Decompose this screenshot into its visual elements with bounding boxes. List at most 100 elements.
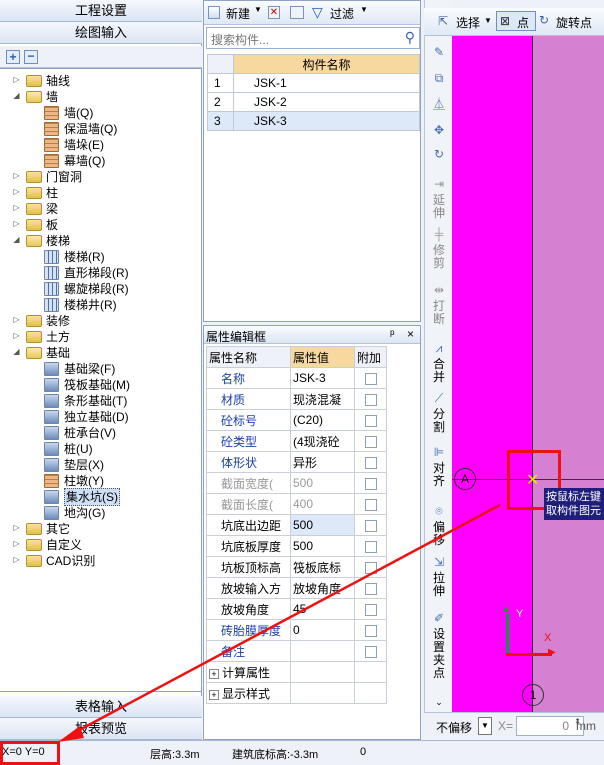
expand-icon[interactable]: ▷ bbox=[12, 76, 21, 85]
collapse-icon[interactable]: ◢ bbox=[12, 348, 21, 357]
close-icon[interactable]: × bbox=[407, 327, 414, 341]
expand-icon[interactable]: ▷ bbox=[12, 172, 21, 181]
chevron-down-icon[interactable]: ▼ bbox=[360, 5, 368, 14]
move-icon[interactable]: ✥ bbox=[425, 124, 453, 137]
drawing-input-button[interactable]: 绘图输入 bbox=[0, 22, 202, 44]
property-value[interactable]: 0 bbox=[290, 619, 355, 641]
new-button[interactable]: 新建 bbox=[226, 5, 250, 22]
extra-checkbox[interactable] bbox=[364, 561, 377, 574]
expand-icon[interactable]: ▷ bbox=[12, 220, 21, 229]
table-row[interactable]: 3 JSK-3 bbox=[207, 111, 420, 131]
point-button[interactable]: ⊠ 点 bbox=[496, 11, 536, 31]
rotate-point-button[interactable]: 旋转点 bbox=[556, 14, 592, 31]
extra-checkbox[interactable] bbox=[364, 372, 377, 385]
property-row[interactable]: 备注 bbox=[206, 640, 387, 662]
report-preview-button[interactable]: 报表预览 bbox=[0, 718, 202, 740]
property-row[interactable]: 砼标号 (C20) bbox=[206, 409, 387, 431]
table-input-button[interactable]: 表格输入 bbox=[0, 696, 202, 718]
extra-checkbox[interactable] bbox=[364, 603, 377, 616]
property-value[interactable]: 异形 bbox=[290, 451, 355, 473]
expand-icon[interactable]: ▷ bbox=[12, 332, 21, 341]
property-row[interactable]: 放坡输入方 放坡角度 bbox=[206, 577, 387, 599]
property-row[interactable]: 名称 JSK-3 bbox=[206, 367, 387, 389]
property-value[interactable]: 45 bbox=[290, 598, 355, 620]
extra-checkbox[interactable] bbox=[364, 519, 377, 532]
stretch-button[interactable]: 拉伸 bbox=[433, 572, 445, 598]
property-value[interactable]: 筏板底标 bbox=[290, 556, 355, 578]
extra-checkbox[interactable] bbox=[364, 393, 377, 406]
extra-checkbox[interactable] bbox=[364, 435, 377, 448]
rotate-icon[interactable]: ↻ bbox=[425, 148, 453, 161]
property-value[interactable]: 放坡角度 bbox=[290, 577, 355, 599]
extra-checkbox[interactable] bbox=[364, 477, 377, 490]
expand-icon[interactable]: ▷ bbox=[12, 316, 21, 325]
expand-all-icon[interactable]: + bbox=[6, 50, 20, 64]
property-row[interactable]: 坑板顶标高 筏板底标 bbox=[206, 556, 387, 578]
property-row[interactable]: 坑底板厚度 500 bbox=[206, 535, 387, 557]
property-value[interactable]: 500 bbox=[290, 472, 355, 494]
property-value[interactable]: (4现浇砼 bbox=[290, 430, 355, 452]
property-row[interactable]: 材质 现浇混凝 bbox=[206, 388, 387, 410]
search-icon[interactable]: ⚲ bbox=[405, 29, 415, 46]
property-value[interactable] bbox=[290, 640, 355, 662]
copy-tool-icon[interactable]: ⧉ bbox=[425, 72, 453, 85]
select-button[interactable]: 选择 bbox=[456, 14, 480, 31]
expand-icon[interactable]: ▷ bbox=[12, 540, 21, 549]
split-button[interactable]: 分割 bbox=[433, 408, 445, 434]
extra-checkbox[interactable] bbox=[364, 540, 377, 553]
property-row[interactable]: 放坡角度 45 bbox=[206, 598, 387, 620]
align-button[interactable]: 对齐 bbox=[433, 462, 445, 488]
chevron-down-icon[interactable]: ▼ bbox=[254, 5, 262, 14]
extra-checkbox[interactable] bbox=[364, 456, 377, 469]
extra-checkbox[interactable] bbox=[364, 414, 377, 427]
property-row[interactable]: 截面长度(400 bbox=[206, 493, 387, 515]
table-row[interactable]: 1 JSK-1 bbox=[207, 73, 420, 93]
property-value[interactable]: (C20) bbox=[290, 409, 355, 431]
expand-icon[interactable]: ▷ bbox=[12, 204, 21, 213]
extra-checkbox[interactable] bbox=[364, 498, 377, 511]
break-button[interactable]: 打断 bbox=[433, 300, 445, 326]
property-row[interactable]: 体形状 异形 bbox=[206, 451, 387, 473]
extra-checkbox[interactable] bbox=[364, 645, 377, 658]
expand-icon[interactable]: + bbox=[209, 668, 219, 679]
pin-icon[interactable]: ᵖ bbox=[390, 327, 395, 341]
expand-icon[interactable]: ▷ bbox=[12, 188, 21, 197]
filter-button[interactable]: 过滤 bbox=[330, 5, 354, 22]
merge-button[interactable]: 合并 bbox=[433, 358, 445, 384]
property-group-row[interactable]: + 显示样式 bbox=[206, 682, 387, 704]
collapse-icon[interactable]: ◢ bbox=[12, 92, 21, 101]
property-value[interactable]: JSK-3 bbox=[290, 367, 355, 389]
drawing-canvas[interactable]: A 1 ✕ 按鼠标左键 取构件图元 ▲ Y ▶ X bbox=[452, 36, 604, 712]
property-row[interactable]: 砖胎膜厚度 0 bbox=[206, 619, 387, 641]
trim-button[interactable]: 修剪 bbox=[433, 244, 445, 270]
property-value[interactable]: 500 bbox=[290, 514, 355, 536]
delete-icon[interactable]: ✕ bbox=[268, 6, 280, 19]
chevron-down-icon[interactable]: ▼ bbox=[484, 16, 492, 25]
brush-icon[interactable]: ✎ bbox=[425, 46, 453, 59]
extra-checkbox[interactable] bbox=[364, 582, 377, 595]
property-row[interactable]: 坑底出边距 500 bbox=[206, 514, 387, 536]
property-row[interactable]: 砼类型 (4现浇砼 bbox=[206, 430, 387, 452]
expand-icon[interactable]: ▷ bbox=[12, 524, 21, 533]
collapse-all-icon[interactable]: − bbox=[24, 50, 38, 64]
expand-icon[interactable]: ▷ bbox=[12, 556, 21, 565]
table-row[interactable]: 2 JSK-2 bbox=[207, 92, 420, 112]
extra-checkbox[interactable] bbox=[364, 624, 377, 637]
more-chevron-icon[interactable]: ⌄ bbox=[425, 696, 453, 709]
property-row[interactable]: 截面宽度(500 bbox=[206, 472, 387, 494]
mirror-icon[interactable]: ⏅ bbox=[425, 98, 453, 111]
offset-dropdown[interactable]: ▼ bbox=[478, 717, 492, 735]
offset-button[interactable]: 偏移 bbox=[433, 521, 445, 547]
expand-icon[interactable]: + bbox=[209, 689, 219, 700]
search-input[interactable]: 搜索构件... ⚲ bbox=[206, 27, 420, 49]
property-value[interactable]: 400 bbox=[290, 493, 355, 515]
extend-button[interactable]: 延伸 bbox=[433, 194, 445, 220]
property-value[interactable]: 500 bbox=[290, 535, 355, 557]
property-value[interactable]: 现浇混凝 bbox=[290, 388, 355, 410]
column-header-name[interactable]: 构件名称 bbox=[233, 54, 420, 74]
copy-icon[interactable] bbox=[290, 6, 304, 19]
property-group-row[interactable]: + 计算属性 bbox=[206, 661, 387, 683]
x-offset-input[interactable]: 0 ⬍ bbox=[516, 716, 584, 736]
project-settings-button[interactable]: 工程设置 bbox=[0, 0, 202, 22]
set-insert-point-button[interactable]: 设置夹点 bbox=[433, 628, 445, 680]
